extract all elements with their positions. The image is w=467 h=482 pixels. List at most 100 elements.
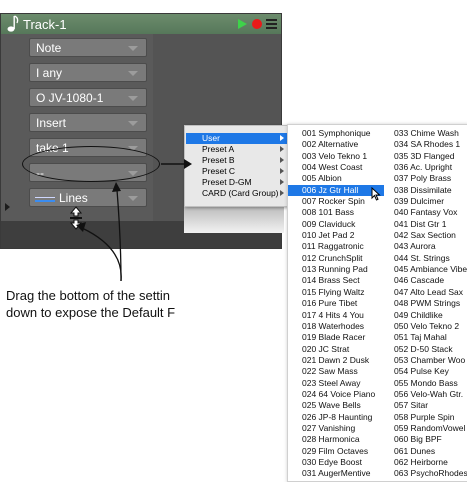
patch-item[interactable]: 027 Vanishing	[302, 423, 392, 434]
submenu-item-card[interactable]: CARD (Card Group)	[186, 188, 287, 199]
patch-item[interactable]: 044 St. Strings	[394, 253, 467, 264]
mouse-cursor-icon	[371, 187, 381, 201]
patch-item[interactable]: 034 SA Rhodes 1	[394, 139, 467, 150]
submenu-item-user[interactable]: User	[186, 133, 287, 144]
patch-item[interactable]: 046 Cascade	[394, 275, 467, 286]
patch-item[interactable]: 025 Wave Bells	[302, 400, 392, 411]
patch-item[interactable]: 062 Heirborne	[394, 457, 467, 468]
patch-item[interactable]: 020 JC Strat	[302, 344, 392, 355]
patch-item[interactable]: 029 Film Octaves	[302, 446, 392, 457]
disclosure-triangle-icon[interactable]	[5, 203, 10, 211]
lines-icon	[35, 197, 55, 202]
music-note-icon	[7, 15, 19, 32]
patch-item[interactable]: 003 Velo Tekno 1	[302, 151, 392, 162]
record-icon[interactable]	[252, 19, 262, 29]
patch-item[interactable]: 040 Fantasy Vox	[394, 207, 467, 218]
patch-item[interactable]: 035 3D Flanged	[394, 151, 467, 162]
patch-item[interactable]: 024 64 Voice Piano	[302, 389, 392, 400]
patch-item[interactable]: 063 PsychoRhodes	[394, 468, 467, 479]
patch-item[interactable]: 039 Dulcimer	[394, 196, 467, 207]
patch-item[interactable]: 054 Pulse Key	[394, 366, 467, 377]
patch-item[interactable]: 055 Mondo Bass	[394, 378, 467, 389]
patch-item[interactable]: 026 JP-8 Haunting	[302, 412, 392, 423]
patch-item[interactable]: 043 Aurora	[394, 241, 467, 252]
patch-item[interactable]: 011 Raggatronic	[302, 241, 392, 252]
patch-bank-submenu: User Preset A Preset B Preset C Preset D…	[184, 125, 289, 207]
chevron-right-icon	[280, 157, 284, 163]
resize-handle-icon[interactable]	[67, 206, 85, 230]
patch-item[interactable]: 056 Velo-Wah Gtr.	[394, 389, 467, 400]
patch-item[interactable]: 023 Steel Away	[302, 378, 392, 389]
output-select[interactable]: O JV-1080-1	[29, 88, 147, 107]
input-select[interactable]: I any	[29, 63, 147, 82]
highlight-ellipse	[22, 146, 160, 182]
patch-item[interactable]: 002 Alternative	[302, 139, 392, 150]
output-value: O JV-1080-1	[36, 91, 104, 105]
note-type-select[interactable]: Note	[29, 38, 147, 57]
panel-underlay	[184, 205, 284, 233]
patch-item[interactable]: 042 Sax Section	[394, 230, 467, 241]
patch-item[interactable]: 028 Harmonica	[302, 434, 392, 445]
patch-item[interactable]: 010 Jet Pad 2	[302, 230, 392, 241]
patch-item[interactable]: 018 Waterhodes	[302, 321, 392, 332]
submenu-item-preset-a[interactable]: Preset A	[186, 144, 287, 155]
patch-item[interactable]: 061 Dunes	[394, 446, 467, 457]
patch-item[interactable]: 031 AugerMentive	[302, 468, 392, 479]
patch-item[interactable]: 001 Symphonique	[302, 128, 392, 139]
patch-item[interactable]: 013 Running Pad	[302, 264, 392, 275]
patch-item[interactable]: 051 Taj Mahal	[394, 332, 467, 343]
patch-item[interactable]: 014 Brass Sect	[302, 275, 392, 286]
patch-item[interactable]: 058 Purple Spin	[394, 412, 467, 423]
patch-item[interactable]: 053 Chamber Woo	[394, 355, 467, 366]
hamburger-menu-icon[interactable]	[266, 19, 277, 29]
patch-list-menu: 001 Symphonique 002 Alternative 003 Velo T…	[287, 124, 467, 482]
patch-item[interactable]: 012 CrunchSplit	[302, 253, 392, 264]
patch-item[interactable]: 045 Ambiance Vibe	[394, 264, 467, 275]
caption-line-1: Drag the bottom of the settin	[6, 288, 171, 303]
patch-item[interactable]: 009 Claviduck	[302, 219, 392, 230]
patch-item[interactable]: 059 RandomVowel	[394, 423, 467, 434]
chevron-right-icon	[280, 168, 284, 174]
patch-item[interactable]: 015 Flying Waltz	[302, 287, 392, 298]
patch-item[interactable]: 008 101 Bass	[302, 207, 392, 218]
patch-item[interactable]: 006 Jz Gtr Hall	[288, 184, 384, 197]
patch-item[interactable]: 030 Edye Boost	[302, 457, 392, 468]
chevron-down-icon	[128, 121, 138, 126]
insert-select[interactable]: Insert	[29, 113, 147, 132]
chevron-down-icon	[128, 46, 138, 51]
track-name[interactable]: Track-1	[23, 17, 67, 32]
submenu-item-preset-c[interactable]: Preset C	[186, 166, 287, 177]
patch-item[interactable]: 004 West Coast	[302, 162, 392, 173]
instruction-caption: Drag the bottom of the settin down to ex…	[6, 287, 192, 321]
patch-item[interactable]: 060 Big BPF	[394, 434, 467, 445]
patch-item[interactable]: 005 Albion	[302, 173, 392, 184]
patch-item[interactable]: 057 Sitar	[394, 400, 467, 411]
chevron-down-icon	[128, 96, 138, 101]
patch-item[interactable]: 048 PWM Strings	[394, 298, 467, 309]
submenu-item-preset-b[interactable]: Preset B	[186, 155, 287, 166]
patch-item[interactable]: 052 D-50 Stack	[394, 344, 467, 355]
patch-item[interactable]: 037 Poly Brass	[394, 173, 467, 184]
patch-column-2: 033 Chime Wash 034 SA Rhodes 1 035 3D Flan…	[394, 128, 467, 481]
patch-item[interactable]: 016 Pure Tibet	[302, 298, 392, 309]
caption-line-2: down to expose the Default F	[6, 305, 176, 320]
patch-item[interactable]: 038 Dissimilate	[394, 185, 467, 196]
submenu-item-preset-d-gm[interactable]: Preset D-GM	[186, 177, 287, 188]
patch-item[interactable]: 049 Childlike	[394, 310, 467, 321]
patch-item[interactable]: 041 Dist Gtr 1	[394, 219, 467, 230]
patch-item[interactable]: 047 Alto Lead Sax	[394, 287, 467, 298]
patch-item[interactable]: 036 Ac. Upright	[394, 162, 467, 173]
patch-item[interactable]: 019 Blade Racer	[302, 332, 392, 343]
play-icon[interactable]	[238, 19, 247, 29]
chevron-right-icon	[280, 135, 284, 141]
chevron-right-icon	[280, 190, 284, 196]
patch-item[interactable]: 021 Dawn 2 Dusk	[302, 355, 392, 366]
patch-item[interactable]: 022 Saw Mass	[302, 366, 392, 377]
view-mode-select[interactable]: Lines	[29, 188, 147, 207]
patch-item[interactable]: 050 Velo Tekno 2	[394, 321, 467, 332]
note-type-value: Note	[36, 41, 62, 55]
view-mode-value: Lines	[59, 191, 88, 205]
patch-item[interactable]: 017 4 Hits 4 You	[302, 310, 392, 321]
insert-value: Insert	[36, 116, 67, 130]
patch-item[interactable]: 033 Chime Wash	[394, 128, 467, 139]
